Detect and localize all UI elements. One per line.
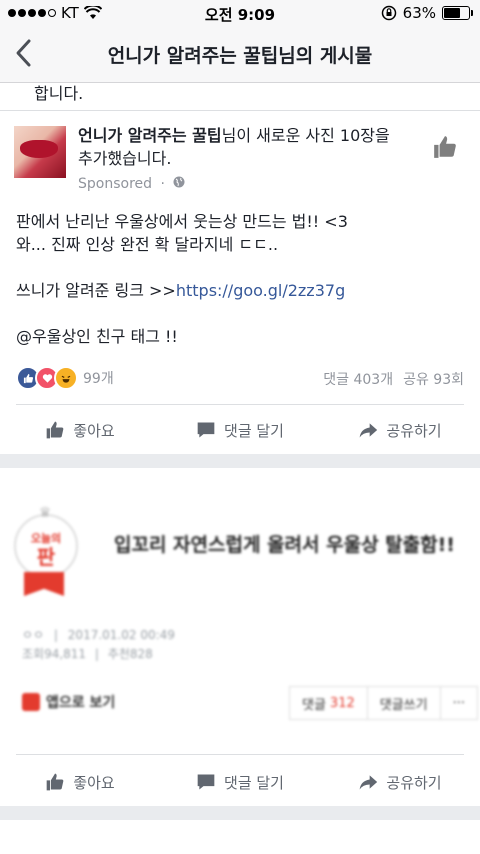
post-text-line: 판에서 난리난 우울상에서 웃는상 만드는 법!! <3 (16, 212, 348, 231)
battery-icon (442, 6, 473, 20)
share-icon (360, 423, 378, 438)
more-button[interactable]: ··· (441, 687, 477, 719)
like-button[interactable]: 좋아요 (0, 410, 160, 450)
page-name-link[interactable]: 언니가 알려주는 꿀팁 (78, 126, 222, 145)
sponsored-label: Sponsored · (78, 176, 185, 192)
battery-percent: 63% (402, 4, 436, 22)
post-text-line: @우울상인 친구 태그 !! (16, 327, 178, 346)
post-text-line: 쓰니가 알려준 링크 >>https://goo.gl/2zz37g (16, 279, 466, 302)
globe-icon (173, 176, 185, 188)
comment-count[interactable]: 댓글 403개 (323, 372, 393, 388)
share-button[interactable]: 공유하기 (320, 762, 480, 802)
comment-icon (197, 774, 215, 790)
open-in-app-button[interactable]: 앱으로 보기 (22, 692, 115, 712)
article-comment-count: 312 (329, 695, 355, 711)
post-header: 언니가 알려주는 꿀팁님이 새로운 사진 10장을 추가했습니다. (78, 124, 408, 170)
post-date: 2017.01.02 00:49 (67, 628, 175, 642)
ribbon-icon (24, 572, 64, 596)
navigation-bar: 언니가 알려주는 꿀팁님의 게시물 (0, 26, 480, 83)
app-icon (22, 693, 40, 711)
haha-reaction-icon (54, 366, 78, 390)
comment-button[interactable]: 댓글 달기 (160, 410, 320, 450)
post-body: 판에서 난리난 우울상에서 웃는상 만드는 법!! <3 와... 진짜 인상 … (16, 210, 466, 348)
like-page-icon[interactable] (432, 134, 458, 160)
status-right: 63% (381, 4, 473, 22)
article-stats: 조회94,811 | 추천828 (22, 647, 153, 661)
post-link[interactable]: https://goo.gl/2zz37g (176, 281, 345, 300)
post-stats: 댓글 403개 공유 93회 (323, 369, 464, 389)
share-button[interactable]: 공유하기 (320, 410, 480, 450)
article-comments-button[interactable]: 댓글 312 (290, 687, 368, 719)
post-action-bar: 좋아요 댓글 달기 공유하기 (0, 410, 480, 450)
reaction-summary[interactable]: 99개 (16, 366, 114, 390)
divider (16, 754, 464, 755)
comment-label: 댓글 달기 (224, 773, 284, 792)
share-label: 공유하기 (386, 421, 442, 440)
share-label: 공유하기 (386, 773, 442, 792)
comment-icon (197, 422, 215, 438)
post-text-line: 와... 진짜 인상 완전 확 달라지네 ㄷㄷ.. (16, 235, 279, 254)
author: ㅇㅇ (22, 628, 45, 642)
recommend-count: 추천828 (107, 647, 153, 661)
article-author-date: ㅇㅇ | 2017.01.02 00:49 (22, 628, 175, 642)
page-avatar[interactable] (14, 126, 66, 178)
section-separator (0, 454, 480, 468)
status-bar: KT 오전 9:09 63% (0, 0, 480, 26)
like-button[interactable]: 좋아요 (0, 762, 160, 802)
share-count[interactable]: 공유 93회 (403, 372, 464, 388)
reaction-count: 99개 (83, 371, 114, 387)
like-label: 좋아요 (73, 773, 115, 792)
article-title: 입꼬리 자연스럽게 올려서 우울상 탈출함!! (114, 534, 455, 556)
divider (0, 110, 480, 111)
write-comment-button[interactable]: 댓글쓰기 (368, 687, 441, 719)
article-buttons: 댓글 312 댓글쓰기 ··· (289, 686, 478, 720)
badge-line2: 판 (36, 545, 56, 569)
share-icon (360, 775, 378, 790)
thumbs-up-icon (46, 773, 64, 791)
sponsored-text: Sponsored (78, 176, 153, 192)
badge-line1: 오늘의 (30, 532, 62, 545)
shared-article-card[interactable]: 오늘의 판 ♛ 입꼬리 자연스럽게 올려서 우울상 탈출함!! ㅇㅇ | 201… (0, 468, 480, 758)
post-action-bar-2: 좋아요 댓글 달기 공유하기 (0, 762, 480, 802)
comment-button[interactable]: 댓글 달기 (160, 762, 320, 802)
view-count: 조회94,811 (22, 647, 87, 661)
previous-post-text: 합니다. (34, 84, 84, 103)
comment-label: 댓글 달기 (224, 421, 284, 440)
link-prefix: 쓰니가 알려준 링크 >> (16, 281, 176, 300)
open-in-app-label: 앱으로 보기 (46, 695, 116, 711)
divider (16, 404, 464, 405)
section-separator (0, 806, 480, 820)
article-comment-label: 댓글 (302, 697, 326, 713)
orientation-lock-icon (381, 5, 396, 21)
thumbs-up-icon (46, 421, 64, 439)
today-pan-badge: 오늘의 판 ♛ (14, 505, 78, 608)
like-label: 좋아요 (73, 421, 115, 440)
page-title: 언니가 알려주는 꿀팁님의 게시물 (107, 45, 373, 67)
crown-icon: ♛ (38, 505, 52, 521)
